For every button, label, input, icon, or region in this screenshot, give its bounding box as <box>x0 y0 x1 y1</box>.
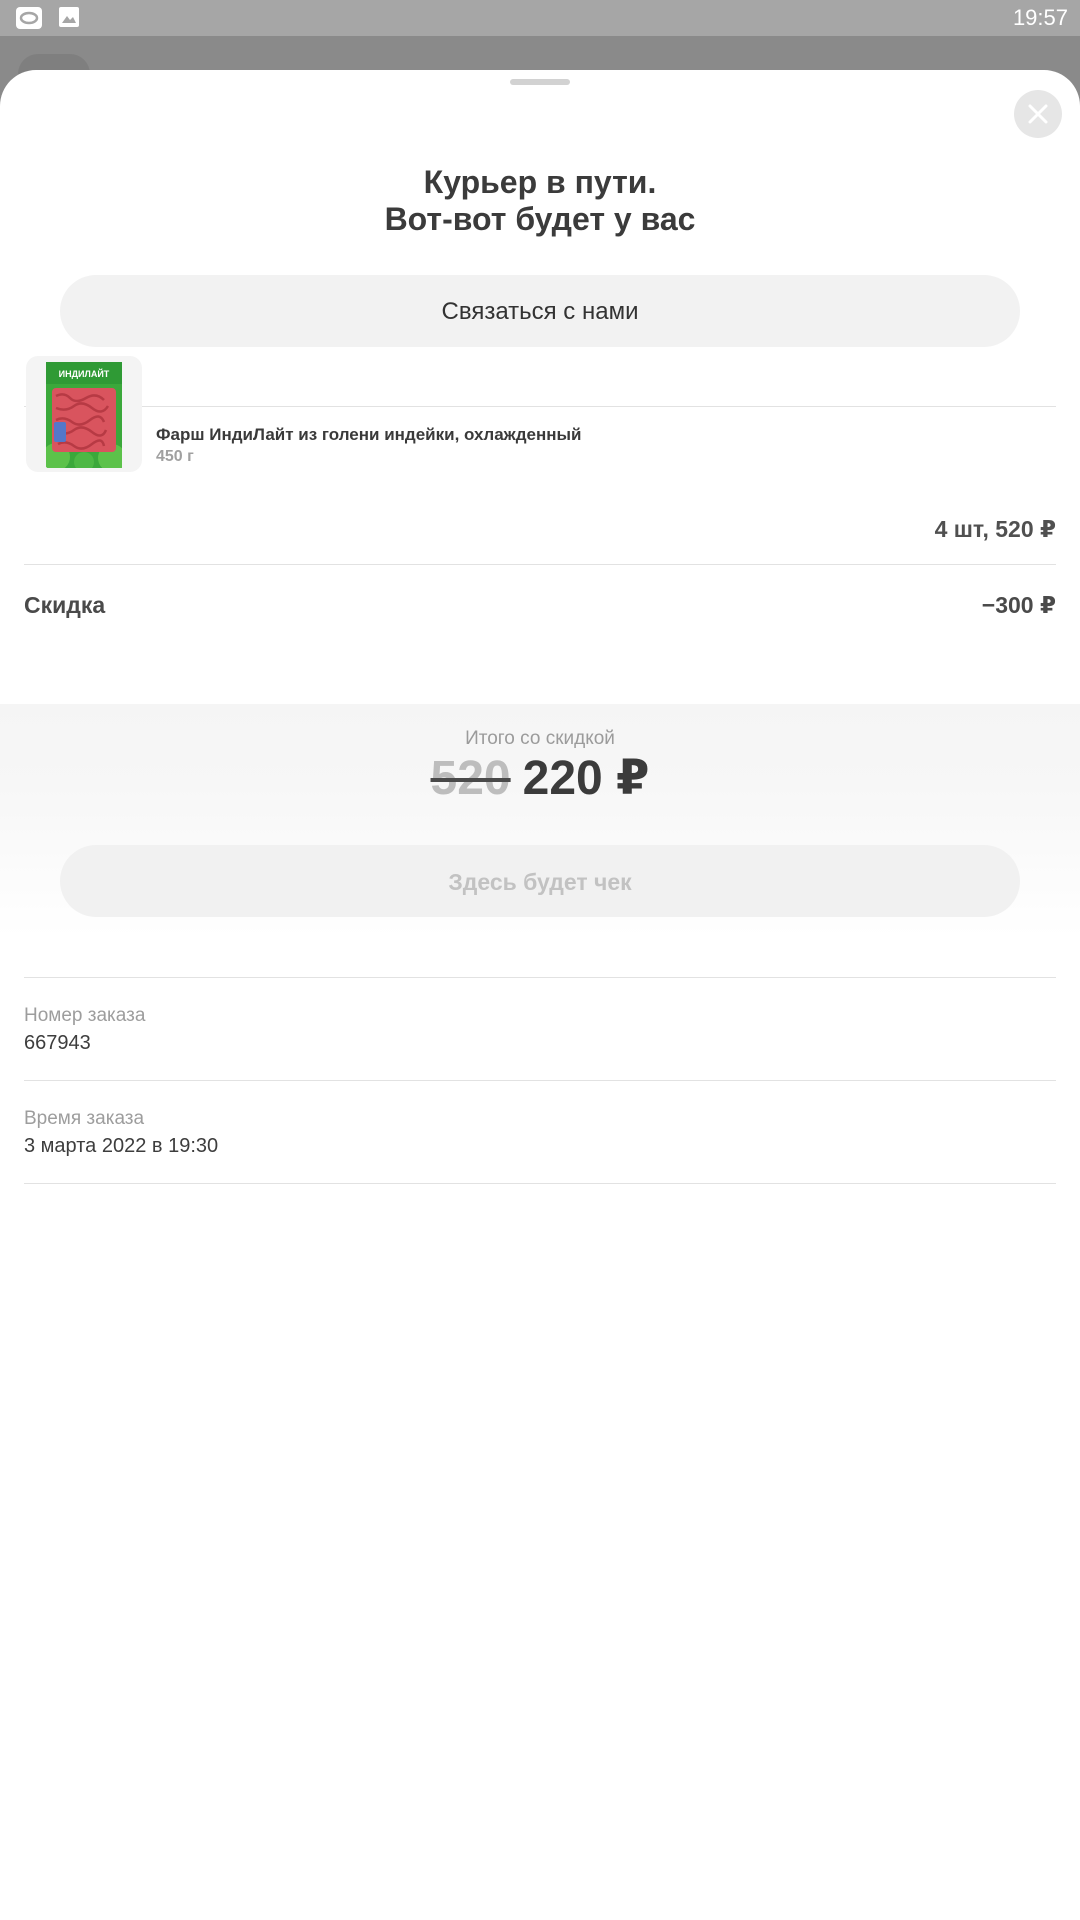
total-label: Итого со скидкой <box>465 728 615 749</box>
divider <box>24 1183 1056 1184</box>
status-bar: 19:57 <box>0 0 1080 36</box>
product-image: ИНДИЛАЙТ <box>26 356 142 472</box>
order-time-label: Время заказа <box>24 1108 145 1129</box>
product-quantity-price: 4 шт, 520 ₽ <box>934 516 1056 542</box>
product-brand-label: ИНДИЛАЙТ <box>59 368 110 379</box>
total-amount: 520 220 ₽ <box>0 750 1080 808</box>
divider <box>24 977 1056 978</box>
title-line-1: Курьер в пути. <box>423 164 657 200</box>
product-weight: 450 г <box>156 448 194 465</box>
clock: 19:57 <box>1012 5 1068 30</box>
new-price: 220 ₽ <box>522 752 650 805</box>
discount-label: Скидка <box>24 592 106 618</box>
close-icon <box>1028 104 1048 124</box>
drag-handle[interactable] <box>510 79 570 85</box>
order-bottom-sheet: Курьер в пути. Вот-вот будет у вас Связа… <box>0 70 1080 1920</box>
order-number-value: 667943 <box>24 1032 91 1054</box>
divider <box>24 406 1056 407</box>
title-line-2: Вот-вот будет у вас <box>384 201 696 237</box>
contact-us-button[interactable]: Связаться с нами <box>60 275 1020 347</box>
order-time-value: 3 марта 2022 в 19:30 <box>24 1135 219 1157</box>
notification-icon <box>16 6 42 30</box>
image-icon <box>58 6 82 30</box>
receipt-button: Здесь будет чек <box>60 845 1020 917</box>
divider <box>24 564 1056 565</box>
order-number-label: Номер заказа <box>24 1005 146 1026</box>
old-price: 520 <box>430 752 511 805</box>
close-button[interactable] <box>1014 90 1062 138</box>
divider <box>24 1080 1056 1081</box>
product-name: Фарш ИндиЛайт из голени индейки, охлажде… <box>156 425 582 444</box>
order-status-title: Курьер в пути. Вот-вот будет у вас <box>0 164 1080 238</box>
discount-value: −300 ₽ <box>981 592 1056 618</box>
